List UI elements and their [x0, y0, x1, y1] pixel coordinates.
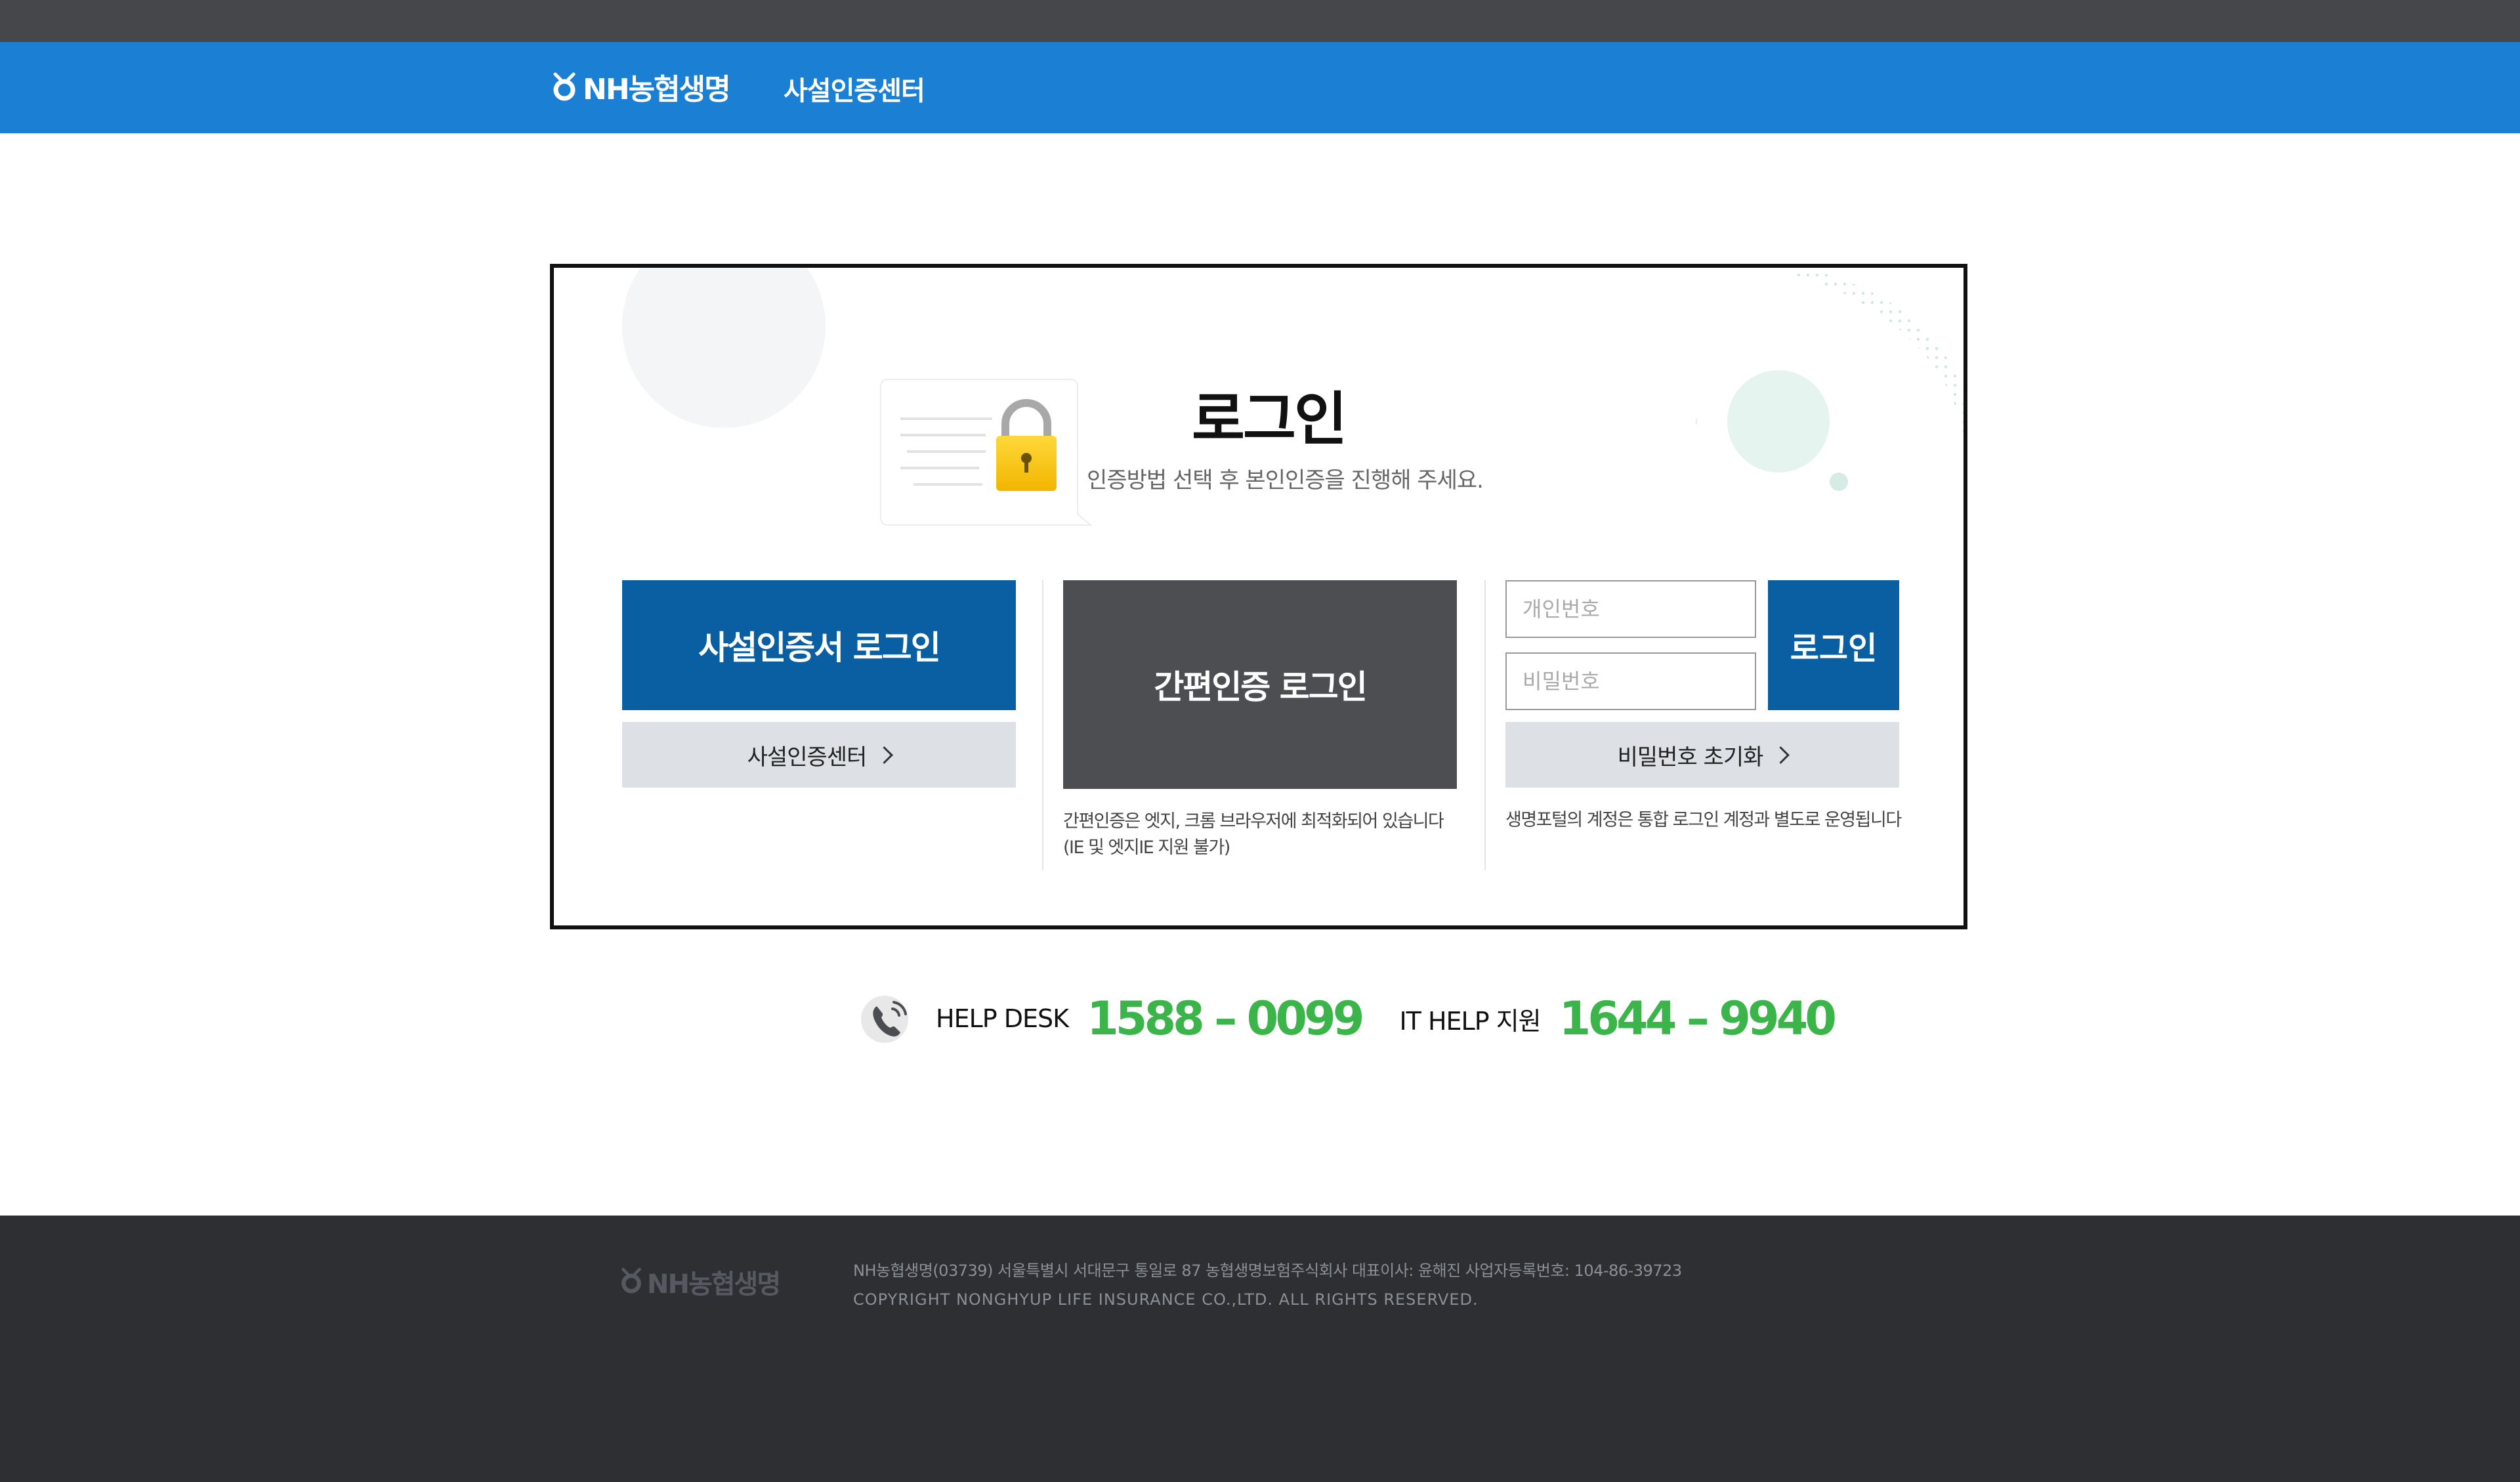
private-cert-center-label: 사설인증센터	[747, 744, 868, 771]
nh-logo[interactable]: NH농협생명	[551, 67, 731, 106]
password-reset-label: 비밀번호 초기화	[1617, 744, 1764, 771]
pin-input[interactable]	[1505, 580, 1756, 638]
simple-auth-section: 간편인증 로그인 간편인증은 엣지, 크롬 브라우저에 최적화되어 있습니다 (…	[1063, 580, 1457, 861]
helpdesk-number[interactable]: 1588 – 0099	[1087, 992, 1364, 1046]
password-reset-button[interactable]: 비밀번호 초기화	[1505, 722, 1899, 788]
login-inputs	[1505, 580, 1756, 710]
site-header: NH농협생명 사설인증센터	[0, 42, 2520, 133]
helpdesk-label: HELP DESK	[936, 1004, 1069, 1033]
site-footer: NH농협생명 NH농협생명(03739) 서울특별시 서대문구 통일로 87 농…	[0, 1216, 2520, 1482]
id-login-form: 로그인	[1505, 580, 1899, 710]
footer-logo: NH농협생명	[620, 1263, 781, 1301]
footer-logo-text: NH농협생명	[647, 1269, 781, 1300]
page-title: 로그인	[1192, 385, 1347, 453]
password-input[interactable]	[1505, 652, 1756, 710]
top-strip	[0, 0, 2520, 42]
helpdesk-bar: HELP DESK 1588 – 0099 IT HELP 지원 1644 – …	[857, 988, 1872, 1049]
column-divider	[1042, 580, 1043, 870]
it-helpdesk-number[interactable]: 1644 – 9940	[1559, 992, 1837, 1046]
nh-logo-icon	[551, 72, 578, 102]
it-helpdesk-label: IT HELP 지원	[1399, 1006, 1541, 1036]
id-login-note: 생명포털의 계정은 통합 로그인 계정과 별도로 운영됩니다	[1505, 810, 1902, 830]
footer-copyright: COPYRIGHT NONGHYUP LIFE INSURANCE CO.,LT…	[853, 1290, 1479, 1309]
id-login-section: 로그인 비밀번호 초기화 생명포털의 계정은 통합 로그인 계정과 별도로 운영…	[1505, 580, 1902, 834]
logo-text: NH농협생명	[583, 73, 731, 106]
private-cert-section: 사설인증서 로그인 사설인증센터	[622, 580, 1016, 788]
site-title: 사설인증센터	[784, 76, 925, 106]
page-subtitle: 인증방법 선택 후 본인인증을 진행해 주세요.	[1087, 467, 1484, 494]
simple-auth-login-button[interactable]: 간편인증 로그인	[1063, 580, 1457, 789]
chevron-right-icon	[1772, 746, 1790, 764]
footer-address: NH농협생명(03739) 서울특별시 서대문구 통일로 87 농협생명보험주식…	[853, 1261, 1682, 1280]
simple-auth-note: 간편인증은 엣지, 크롬 브라우저에 최적화되어 있습니다 (IE 및 엣지IE…	[1063, 809, 1457, 861]
login-card: 로그인 인증방법 선택 후 본인인증을 진행해 주세요. 사설인증서 로그인 사…	[550, 264, 1967, 929]
simple-auth-note-line1: 간편인증은 엣지, 크롬 브라우저에 최적화되어 있습니다	[1063, 811, 1444, 832]
chevron-right-icon	[875, 746, 894, 764]
footer-nh-logo-icon	[620, 1267, 643, 1297]
login-button[interactable]: 로그인	[1768, 580, 1899, 710]
simple-auth-note-line2: (IE 및 엣지IE 지원 불가)	[1063, 837, 1230, 858]
footer-info: NH농협생명(03739) 서울특별시 서대문구 통일로 87 농협생명보험주식…	[853, 1256, 1682, 1314]
phone-icon	[857, 989, 916, 1048]
column-divider	[1484, 580, 1486, 870]
private-cert-login-button[interactable]: 사설인증서 로그인	[622, 580, 1016, 710]
private-cert-center-button[interactable]: 사설인증센터	[622, 722, 1016, 788]
